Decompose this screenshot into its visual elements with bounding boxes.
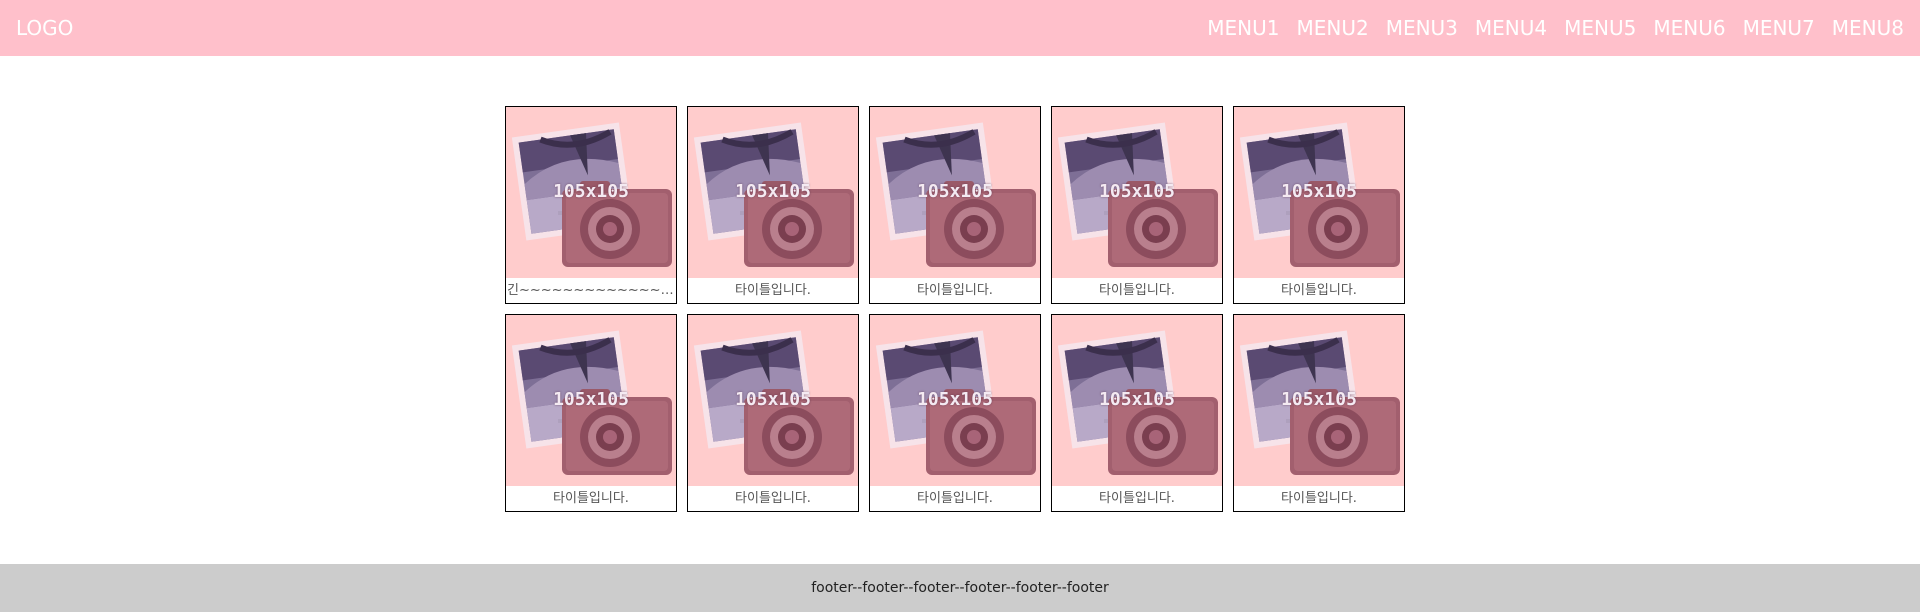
- card-title: 타이틀입니다.: [1099, 491, 1175, 506]
- nav-menu7[interactable]: MENU7: [1743, 16, 1815, 40]
- photo-placeholder-image: 105x105: [688, 107, 858, 278]
- card-title: 타이틀입니다.: [917, 491, 993, 506]
- gallery-card[interactable]: 105x105 타이틀입니다.: [687, 314, 859, 512]
- placeholder-size-label: 105x105: [735, 389, 811, 410]
- card-title: 타이틀입니다.: [1281, 491, 1357, 506]
- photo-placeholder-image: 105x105: [1234, 315, 1404, 486]
- site-footer: footer--footer--footer--footer--footer--…: [0, 564, 1920, 612]
- nav-menu4[interactable]: MENU4: [1475, 16, 1547, 40]
- placeholder-size-label: 105x105: [917, 181, 993, 202]
- placeholder-size-label: 105x105: [1281, 389, 1357, 410]
- card-title: 타이틀입니다.: [735, 491, 811, 506]
- main-nav: MENU1 MENU2 MENU3 MENU4 MENU5 MENU6 MENU…: [1207, 16, 1904, 40]
- nav-menu6[interactable]: MENU6: [1653, 16, 1725, 40]
- card-title: 타이틀입니다.: [1281, 283, 1357, 298]
- gallery-card[interactable]: 105x105 타이틀입니다.: [1051, 314, 1223, 512]
- placeholder-size-label: 105x105: [735, 181, 811, 202]
- placeholder-size-label: 105x105: [1099, 389, 1175, 410]
- placeholder-size-label: 105x105: [1099, 181, 1175, 202]
- card-title: 타이틀입니다.: [553, 491, 629, 506]
- card-title: 타이틀입니다.: [1099, 283, 1175, 298]
- gallery-card[interactable]: 105x105 타이틀입니다.: [869, 314, 1041, 512]
- placeholder-size-label: 105x105: [1281, 181, 1357, 202]
- card-title: 타이틀입니다.: [917, 283, 993, 298]
- gallery-card[interactable]: 105x105 타이틀입니다.: [1233, 106, 1405, 304]
- nav-menu5[interactable]: MENU5: [1564, 16, 1636, 40]
- nav-menu2[interactable]: MENU2: [1296, 16, 1368, 40]
- logo[interactable]: LOGO: [16, 16, 73, 40]
- footer-text: footer--footer--footer--footer--footer--…: [811, 580, 1109, 596]
- gallery-grid: 105x105 긴~~~~~~~~~~~~~~~~~~~~~~~~~~~~~~~~…: [505, 106, 1411, 512]
- site-header: LOGO MENU1 MENU2 MENU3 MENU4 MENU5 MENU6…: [0, 0, 1920, 56]
- nav-menu8[interactable]: MENU8: [1832, 16, 1904, 40]
- placeholder-size-label: 105x105: [917, 389, 993, 410]
- gallery-card[interactable]: 105x105 타이틀입니다.: [1233, 314, 1405, 512]
- gallery-card[interactable]: 105x105 타이틀입니다.: [869, 106, 1041, 304]
- photo-placeholder-image: 105x105: [1052, 315, 1222, 486]
- nav-menu3[interactable]: MENU3: [1386, 16, 1458, 40]
- photo-placeholder-image: 105x105: [688, 315, 858, 486]
- gallery-card[interactable]: 105x105 타이틀입니다.: [505, 314, 677, 512]
- nav-menu1[interactable]: MENU1: [1207, 16, 1279, 40]
- photo-placeholder-image: 105x105: [1234, 107, 1404, 278]
- photo-placeholder-image: 105x105: [1052, 107, 1222, 278]
- placeholder-size-label: 105x105: [553, 389, 629, 410]
- gallery-card[interactable]: 105x105 긴~~~~~~~~~~~~~~~~~~~~~~~~~~~~~~~~…: [505, 106, 677, 304]
- gallery-card[interactable]: 105x105 타이틀입니다.: [1051, 106, 1223, 304]
- photo-placeholder-image: 105x105: [870, 107, 1040, 278]
- placeholder-size-label: 105x105: [553, 181, 629, 202]
- gallery-card[interactable]: 105x105 타이틀입니다.: [687, 106, 859, 304]
- photo-placeholder-image: 105x105: [870, 315, 1040, 486]
- card-title: 타이틀입니다.: [735, 283, 811, 298]
- photo-placeholder-image: 105x105: [506, 107, 676, 278]
- photo-placeholder-image: 105x105: [506, 315, 676, 486]
- card-title: 긴~~~~~~~~~~~~~~~~~~~~~~~~~~~~~~~~~~~~~~~…: [507, 283, 676, 298]
